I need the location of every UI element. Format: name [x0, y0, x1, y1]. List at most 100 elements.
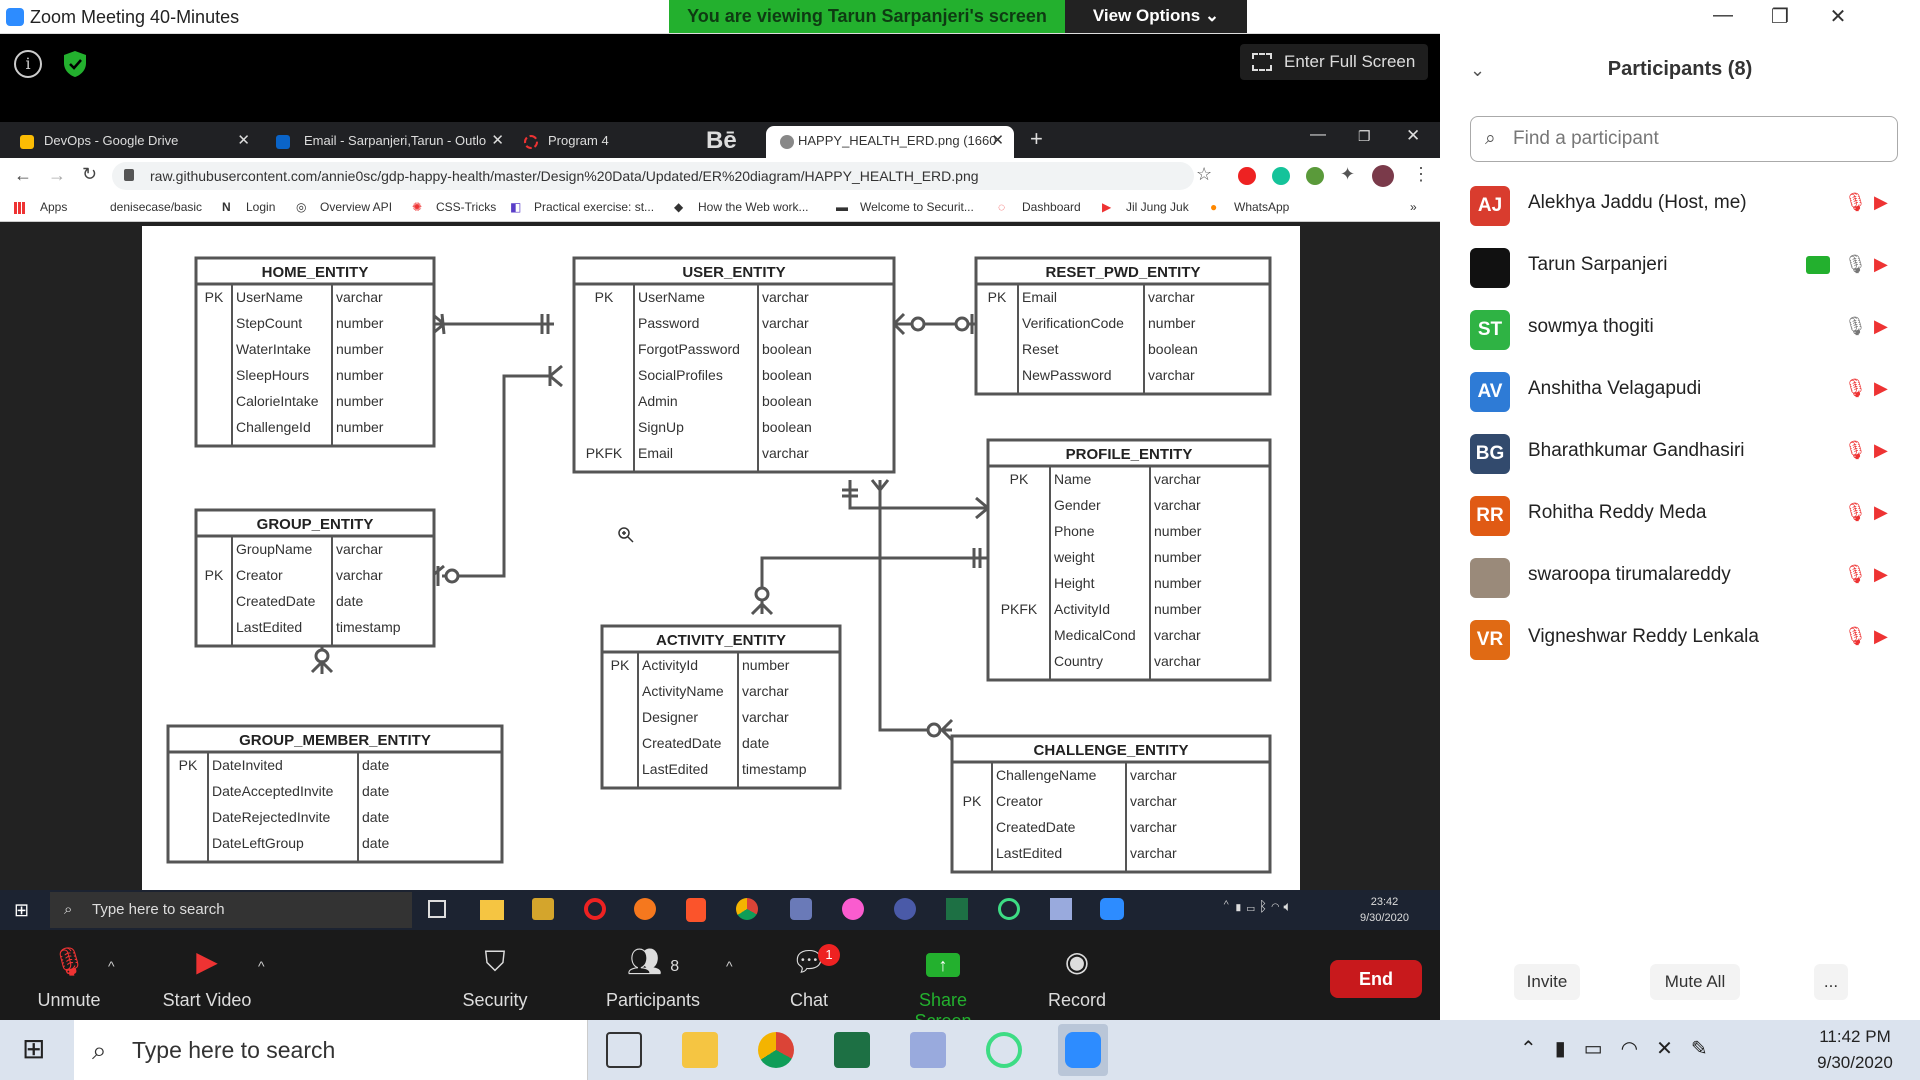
tab-happy-health-erd[interactable]: HAPPY_HEALTH_ERD.png (1660 ✕ — [766, 126, 1014, 158]
back-icon[interactable]: ← — [14, 165, 32, 186]
video-options-chevron-icon[interactable]: ^ — [258, 958, 265, 974]
participant-row[interactable]: BG Bharathkumar Gandhasiri 🎙︎ ▶︎ — [1470, 426, 1900, 478]
task-view-icon[interactable] — [606, 1032, 642, 1068]
mic-muted-icon[interactable]: 🎙︎ — [1844, 440, 1867, 461]
bookmark-welcome-security[interactable]: Welcome to Securit... — [860, 200, 974, 214]
chat-button[interactable]: 💬︎ Chat — [754, 942, 864, 1020]
encryption-shield-icon[interactable] — [62, 50, 88, 78]
task-view-icon — [428, 900, 446, 918]
video-off-icon[interactable]: ▶︎ — [1874, 316, 1888, 337]
reload-icon[interactable]: ↻ — [82, 164, 97, 185]
mic-muted-icon[interactable]: 🎙︎ — [1844, 626, 1867, 647]
mute-all-button[interactable]: Mute All — [1650, 964, 1740, 1000]
invite-button[interactable]: Invite — [1514, 964, 1580, 1000]
bookmark-star-icon[interactable]: ☆ — [1196, 164, 1212, 185]
profile-avatar[interactable] — [1372, 165, 1394, 187]
mic-muted-icon[interactable]: 🎙︎ — [1844, 564, 1867, 585]
android-studio-icon[interactable] — [986, 1032, 1022, 1068]
url-field[interactable]: raw.githubusercontent.com/annie0sc/gdp-h… — [112, 162, 1194, 190]
audio-options-chevron-icon[interactable]: ^ — [108, 958, 115, 974]
bookmark-dashboard[interactable]: Dashboard — [1022, 200, 1081, 214]
browser-restore-icon[interactable]: ❐ — [1358, 128, 1371, 145]
mic-icon[interactable]: 🎙︎ — [1844, 316, 1867, 337]
info-icon[interactable]: i — [14, 50, 42, 78]
close-tab-icon[interactable]: ✕ — [237, 126, 250, 156]
grammarly-extension-icon[interactable] — [1272, 167, 1290, 185]
windows-start-icon[interactable]: ⊞ — [22, 1032, 45, 1065]
unmute-button[interactable]: 🎙︎ Unmute — [14, 942, 124, 1020]
video-off-icon[interactable]: ▶︎ — [1874, 502, 1888, 523]
close-icon[interactable]: ✕ — [1818, 4, 1858, 29]
video-off-icon[interactable]: ▶︎ — [1874, 254, 1888, 275]
participant-row[interactable]: RR Rohitha Reddy Meda 🎙︎ ▶︎ — [1470, 488, 1900, 540]
forward-icon[interactable]: → — [48, 165, 66, 186]
behance-tab-icon[interactable]: Bē — [700, 126, 754, 158]
opera-extension-icon[interactable] — [1238, 167, 1256, 185]
bookmark-css-tricks[interactable]: CSS-Tricks — [436, 200, 496, 214]
video-off-icon[interactable]: ▶︎ — [1874, 378, 1888, 399]
firefox-icon — [634, 898, 656, 920]
close-tab-icon[interactable]: ✕ — [491, 126, 504, 156]
mic-muted-icon[interactable]: 🎙︎ — [1844, 192, 1867, 213]
lock-icon[interactable] — [124, 169, 134, 181]
google-drive-icon — [20, 135, 34, 149]
video-off-icon[interactable]: ▶︎ — [1874, 626, 1888, 647]
mic-icon[interactable]: 🎙︎ — [1844, 254, 1867, 275]
tab-outlook-email[interactable]: Email - Sarpanjeri,Tarun - Outlo ✕ — [260, 126, 514, 158]
bookmark-login[interactable]: Login — [246, 200, 275, 214]
excel-icon[interactable] — [834, 1032, 870, 1068]
browser-minimize-icon[interactable]: — — [1310, 126, 1326, 144]
bookmark-overview-api[interactable]: Overview API — [320, 200, 392, 214]
participant-row[interactable]: AJ Alekhya Jaddu (Host, me) 🎙︎ ▶︎ — [1470, 178, 1900, 230]
mic-muted-icon[interactable]: 🎙︎ — [1844, 378, 1867, 399]
new-tab-icon[interactable]: + — [1030, 126, 1043, 152]
puzzle-extensions-icon[interactable]: ✦ — [1340, 164, 1355, 185]
bookmark-jil-jung-juk[interactable]: Jil Jung Juk — [1126, 200, 1189, 214]
browser-close-icon[interactable]: ✕ — [1406, 126, 1420, 146]
participant-row[interactable]: AV Anshitha Velagapudi 🎙︎ ▶︎ — [1470, 364, 1900, 416]
bookmark-whatsapp[interactable]: WhatsApp — [1234, 200, 1289, 214]
bookmark-how-web-works[interactable]: How the Web work... — [698, 200, 808, 214]
participant-row[interactable]: swaroopa tirumalareddy 🎙︎ ▶︎ — [1470, 550, 1900, 602]
system-tray-icons[interactable]: ⌃▮▭◠✕✎ — [1520, 1036, 1726, 1061]
chrome-menu-icon[interactable]: ⋮ — [1412, 164, 1430, 185]
participants-chevron-icon[interactable]: ^ — [726, 958, 733, 974]
chat-icon: 💬︎ — [791, 946, 827, 977]
participants-button[interactable]: 👥︎ 8 Participants — [598, 942, 708, 1020]
find-participant-input[interactable]: ⌕ Find a participant — [1470, 116, 1898, 162]
security-button[interactable]: ⛉ Security — [440, 942, 550, 1020]
participant-row[interactable]: Tarun Sarpanjeri 🎙︎ ▶︎ — [1470, 240, 1900, 292]
video-off-icon[interactable]: ▶︎ — [1874, 440, 1888, 461]
enter-full-screen-button[interactable]: Enter Full Screen — [1240, 44, 1428, 80]
chrome-icon[interactable] — [758, 1032, 794, 1068]
bookmark-practical-exercise[interactable]: Practical exercise: st... — [534, 200, 654, 214]
more-options-button[interactable]: ... — [1814, 964, 1848, 1000]
more-bookmarks-icon[interactable]: » — [1410, 200, 1417, 214]
record-button[interactable]: ◉ Record — [1022, 942, 1132, 1020]
windows-clock[interactable]: 11:42 PM 9/30/2020 — [1800, 1024, 1910, 1076]
record-icon: ◉ — [1064, 946, 1090, 977]
tab-devops-drive[interactable]: DevOps - Google Drive ✕ — [0, 126, 260, 158]
bookmark-denisecase[interactable]: denisecase/basic — [110, 200, 202, 214]
bookmark-apps[interactable]: Apps — [40, 200, 67, 214]
participant-row[interactable]: VR Vigneshwar Reddy Lenkala 🎙︎ ▶︎ — [1470, 612, 1900, 664]
notepad-icon[interactable] — [910, 1032, 946, 1068]
windows-time: 11:42 PM — [1819, 1027, 1891, 1046]
minimize-icon[interactable]: — — [1703, 4, 1743, 27]
zoom-taskbar-button[interactable] — [1058, 1024, 1108, 1076]
windows-search-box[interactable]: ⌕ Type here to search — [74, 1020, 588, 1080]
end-meeting-button[interactable]: End — [1330, 960, 1422, 998]
view-options-button[interactable]: View Options ⌄ — [1065, 0, 1247, 33]
entity-field: SocialProfiles — [638, 367, 723, 383]
video-off-icon[interactable]: ▶︎ — [1874, 192, 1888, 213]
share-screen-button[interactable]: ↑ Share Screen — [888, 942, 998, 1031]
start-video-button[interactable]: ▶︎ Start Video — [152, 942, 262, 1020]
extension-icon[interactable] — [1306, 167, 1324, 185]
tab-program-4[interactable]: Program 4 — [514, 126, 692, 158]
participant-row[interactable]: ST sowmya thogiti 🎙︎ ▶︎ — [1470, 302, 1900, 354]
mic-muted-icon[interactable]: 🎙︎ — [1844, 502, 1867, 523]
close-tab-icon[interactable]: ✕ — [991, 126, 1004, 156]
video-off-icon[interactable]: ▶︎ — [1874, 564, 1888, 585]
restore-icon[interactable]: ❐ — [1760, 4, 1800, 29]
file-explorer-icon[interactable] — [682, 1032, 718, 1068]
